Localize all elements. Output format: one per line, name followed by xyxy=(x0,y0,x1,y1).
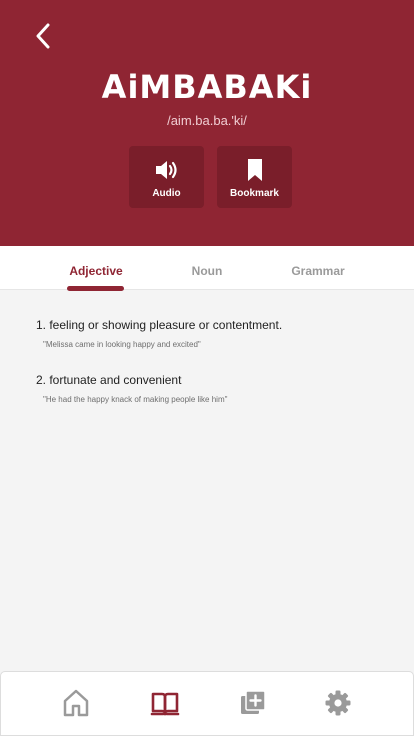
definition-item: 1. feeling or showing pleasure or conten… xyxy=(36,318,282,349)
definition-text: 1. feeling or showing pleasure or conten… xyxy=(36,318,283,332)
definition-text: 2. fortunate and convenient xyxy=(36,373,182,387)
word-header: AiMBABAKi /aim.ba.ba.'ki/ Audio Bookmark xyxy=(0,0,414,246)
bottom-navigation xyxy=(0,671,414,736)
nav-settings-button[interactable] xyxy=(321,686,355,720)
part-of-speech-tabs: Adjective Noun Grammar xyxy=(0,246,414,291)
bookmark-button[interactable]: Bookmark xyxy=(217,146,292,208)
bookmark-button-label: Bookmark xyxy=(230,188,279,199)
speaker-icon xyxy=(155,161,177,179)
gear-icon xyxy=(325,690,351,716)
nav-add-button[interactable] xyxy=(236,686,270,720)
active-tab-indicator xyxy=(67,286,124,291)
tab-noun[interactable]: Noun xyxy=(182,264,232,278)
back-button[interactable] xyxy=(28,20,58,52)
book-icon xyxy=(150,692,180,716)
definition-example: "Melissa came in looking happy and excit… xyxy=(43,340,201,349)
nav-home-button[interactable] xyxy=(59,686,93,720)
audio-button[interactable]: Audio xyxy=(129,146,204,208)
word-title: AiMBABAKi xyxy=(101,68,313,106)
tab-grammar[interactable]: Grammar xyxy=(282,264,354,278)
audio-button-label: Audio xyxy=(152,188,181,199)
nav-dictionary-button[interactable] xyxy=(148,686,182,720)
word-detail-screen: AiMBABAKi /aim.ba.ba.'ki/ Audio Bookmark… xyxy=(0,0,414,736)
add-library-icon xyxy=(241,690,266,714)
definition-item: 2. fortunate and convenient "He had the … xyxy=(36,373,227,404)
tab-adjective[interactable]: Adjective xyxy=(62,264,130,278)
phonetic-transcription: /aim.ba.ba.'ki/ xyxy=(167,113,247,128)
home-icon xyxy=(63,689,89,717)
chevron-left-icon xyxy=(36,23,50,49)
definition-example: "He had the happy knack of making people… xyxy=(43,395,228,404)
bookmark-icon xyxy=(247,159,262,181)
